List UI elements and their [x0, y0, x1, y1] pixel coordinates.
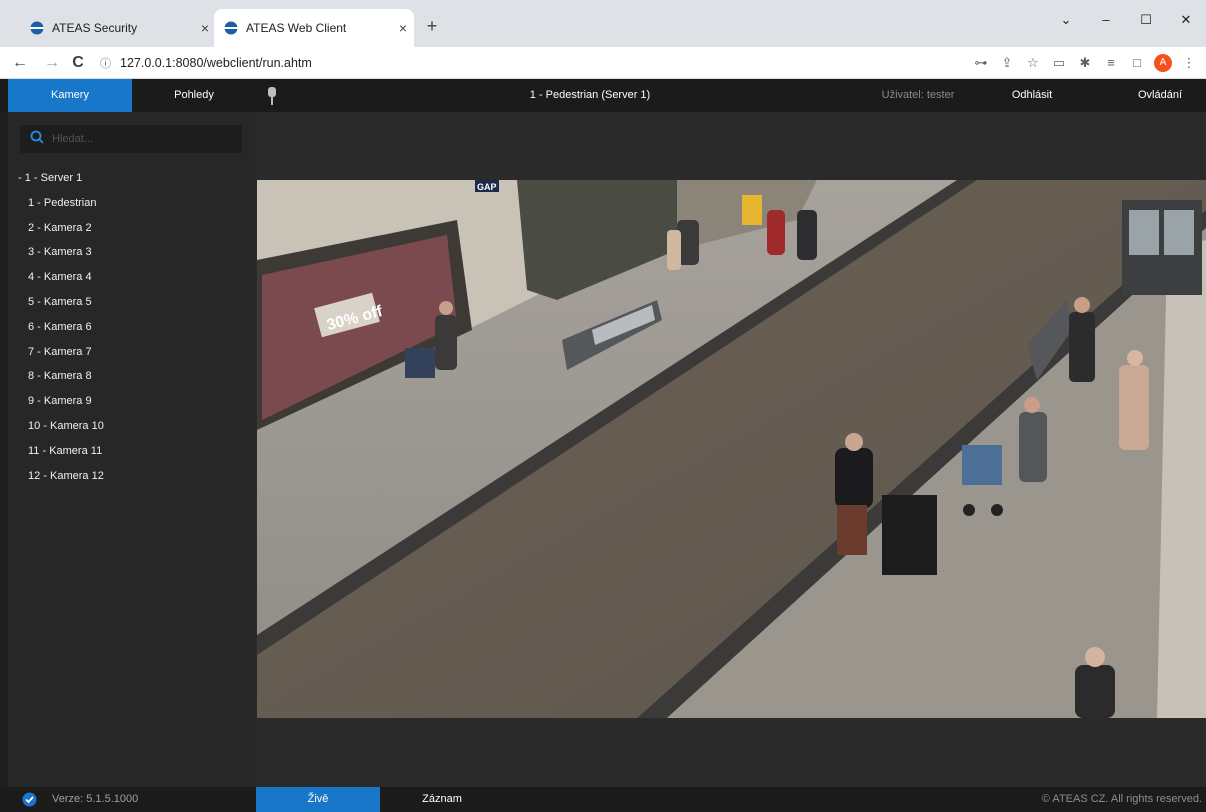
browser-toolbar: ← → C ⓘ 127.0.0.1:8080/webclient/run.aht…	[0, 47, 1206, 79]
close-window-button[interactable]: ✕	[1166, 0, 1206, 40]
tree-camera-item[interactable]: 4 - Kamera 4	[8, 265, 256, 290]
sidepanel-icon[interactable]: □	[1124, 51, 1150, 75]
tab-search-icon[interactable]: ⌄	[1046, 0, 1086, 40]
tree-camera-item[interactable]: 1 - Pedestrian	[8, 191, 256, 216]
browser-tab-strip: ATEAS Security × ATEAS Web Client × + ⌄ …	[0, 0, 1206, 47]
share-icon[interactable]: ⇪	[994, 51, 1020, 75]
record-button[interactable]: Záznam	[380, 787, 504, 812]
ateas-favicon-icon	[30, 21, 44, 35]
cast-icon[interactable]: ▭	[1046, 51, 1072, 75]
user-label: Uživatel: tester	[881, 89, 955, 101]
toolbar-actions: ⊶ ⇪ ☆ ▭ ✱ ≡ □ A ⋮	[968, 51, 1202, 75]
tree-camera-item[interactable]: 8 - Kamera 8	[8, 364, 256, 389]
tab-cameras[interactable]: Kamery	[8, 79, 132, 112]
menu-icon[interactable]: ⋮	[1176, 51, 1202, 75]
tab-title: ATEAS Security	[52, 21, 138, 35]
logout-button[interactable]: Odhlásit	[992, 79, 1072, 112]
window-controls: ⌄ – ☐ ✕	[1046, 0, 1206, 40]
tree-camera-item[interactable]: 5 - Kamera 5	[8, 290, 256, 315]
maximize-button[interactable]: ☐	[1126, 0, 1166, 40]
minimize-button[interactable]: –	[1086, 0, 1126, 40]
profile-avatar[interactable]: A	[1154, 54, 1172, 72]
live-button[interactable]: Živě	[256, 787, 380, 812]
search-input[interactable]	[52, 133, 232, 145]
camera-tree: - 1 - Server 1 1 - Pedestrian 2 - Kamera…	[8, 166, 256, 488]
tab-views[interactable]: Pohledy	[132, 79, 256, 112]
status-bar: Verze: 5.1.5.1000 Živě Záznam © ATEAS CZ…	[0, 787, 1206, 812]
key-icon[interactable]: ⊶	[968, 51, 994, 75]
tree-camera-item[interactable]: 3 - Kamera 3	[8, 240, 256, 265]
camera-video-feed[interactable]: 30% off GAP	[257, 180, 1206, 718]
reload-button[interactable]: C	[66, 51, 90, 75]
copyright-text: © ATEAS CZ. All rights reserved.	[1041, 793, 1202, 805]
tree-camera-item[interactable]: 9 - Kamera 9	[8, 389, 256, 414]
forward-button[interactable]: →	[40, 51, 64, 75]
star-icon[interactable]: ☆	[1020, 51, 1046, 75]
app-header: Kamery Pohledy 1 - Pedestrian (Server 1)…	[0, 79, 1206, 112]
tab-close-icon[interactable]: ×	[194, 20, 216, 36]
site-info-icon[interactable]: ⓘ	[100, 55, 120, 71]
connection-ok-icon	[22, 792, 37, 807]
back-button[interactable]: ←	[8, 51, 32, 75]
tree-camera-item[interactable]: 7 - Kamera 7	[8, 340, 256, 365]
version-label: Verze: 5.1.5.1000	[52, 793, 139, 805]
control-button[interactable]: Ovládání	[1120, 79, 1200, 112]
address-bar[interactable]: ⓘ 127.0.0.1:8080/webclient/run.ahtm	[100, 51, 960, 75]
search-icon	[30, 130, 44, 149]
ateas-favicon-icon	[224, 21, 238, 35]
browser-tab-ateas-security[interactable]: ATEAS Security ×	[16, 9, 216, 47]
tree-camera-item[interactable]: 11 - Kamera 11	[8, 439, 256, 464]
pin-icon[interactable]	[265, 86, 279, 106]
camera-sidebar: - 1 - Server 1 1 - Pedestrian 2 - Kamera…	[8, 112, 256, 787]
new-tab-button[interactable]: +	[420, 14, 444, 38]
camera-view-area: 30% off GAP	[256, 112, 1206, 787]
camera-title: 1 - Pedestrian (Server 1)	[529, 89, 651, 101]
shop-name-sign: GAP	[477, 182, 497, 192]
tree-camera-item[interactable]: 10 - Kamera 10	[8, 414, 256, 439]
tree-server-node[interactable]: - 1 - Server 1	[8, 166, 256, 191]
tree-camera-item[interactable]: 2 - Kamera 2	[8, 216, 256, 241]
tab-close-icon[interactable]: ×	[392, 20, 414, 36]
tab-title: ATEAS Web Client	[246, 21, 347, 35]
reading-list-icon[interactable]: ≡	[1098, 51, 1124, 75]
camera-search[interactable]	[20, 125, 242, 153]
tree-camera-item[interactable]: 6 - Kamera 6	[8, 315, 256, 340]
browser-tab-ateas-web-client[interactable]: ATEAS Web Client ×	[214, 9, 414, 47]
extensions-icon[interactable]: ✱	[1072, 51, 1098, 75]
url-text: 127.0.0.1:8080/webclient/run.ahtm	[120, 56, 312, 70]
tree-camera-item[interactable]: 12 - Kamera 12	[8, 464, 256, 489]
